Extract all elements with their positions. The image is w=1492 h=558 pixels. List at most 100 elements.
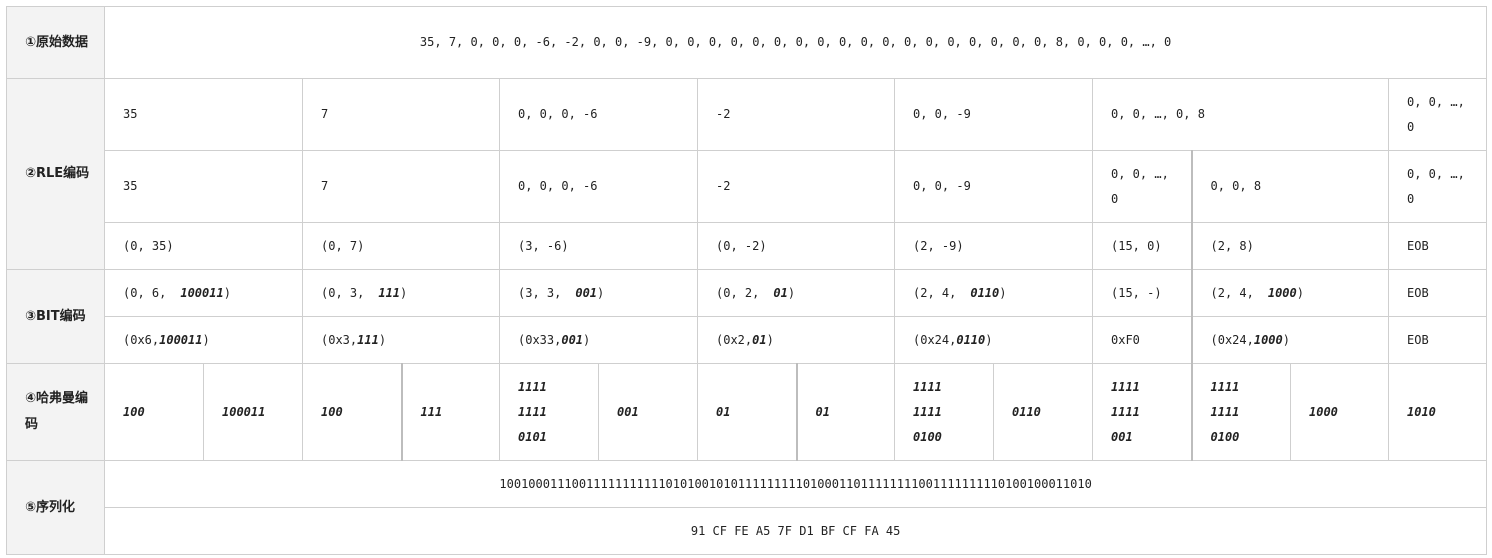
huffman-code: 100 — [321, 404, 343, 419]
bit-suffix: ) — [597, 285, 605, 300]
bit-bits: 111 — [378, 285, 401, 300]
huffman-cell: 001 — [598, 363, 698, 461]
bit-bits: 1000 — [1253, 332, 1283, 347]
bit-prefix: (2, 4, — [1210, 285, 1254, 300]
bit1-cell: EOB — [1387, 269, 1488, 317]
huffman-code: 111 — [420, 404, 443, 419]
bit-prefix: (0x33, — [518, 332, 562, 347]
bit-bits: 001 — [575, 285, 598, 300]
rle2-cell: 0, 0, -9 — [894, 150, 1093, 223]
bit-bits: 111 — [357, 332, 379, 347]
huffman-cell: 100011 — [203, 363, 303, 461]
rle1-cell: 0, 0, …, 0 — [1387, 78, 1488, 151]
bit2-cell: (0x24,0110) — [894, 316, 1093, 364]
bit-suffix: ) — [223, 285, 231, 300]
bit-suffix: ) — [1282, 332, 1290, 347]
bit-prefix: (0x24, — [913, 332, 957, 347]
huffman-code: 1111 — [518, 404, 547, 419]
bit-prefix: (3, 3, — [518, 285, 562, 300]
rle2-cell: 0, 0, …, 0 — [1092, 150, 1192, 223]
bit2-cell: 0xF0 — [1092, 316, 1192, 364]
rle-row-1: ②RLE编码 35 7 0, 0, 0, -6 -2 0, 0, -9 0, 0… — [6, 78, 1488, 270]
bit-prefix: (0, 6, — [123, 285, 167, 300]
huffman-code: 0110 — [1012, 404, 1041, 419]
bit-prefix: (0x24, — [1210, 332, 1254, 347]
rle1-cell: 7 — [302, 78, 500, 151]
bit-label: ③BIT编码 — [6, 269, 105, 364]
huffman-code: 001 — [617, 404, 639, 419]
bit-suffix: ) — [378, 332, 387, 347]
bit2-cell: (0x6,100011) — [104, 316, 303, 364]
bit-bits: 1000 — [1267, 285, 1297, 300]
bit-bits: 0110 — [970, 285, 1000, 300]
bit-prefix: (2, 4, — [913, 285, 957, 300]
rle3-cell: (15, 0) — [1092, 222, 1192, 270]
rle-label: ②RLE编码 — [6, 78, 105, 270]
serialize-row-2: 91 CF FE A5 7F D1 BF CF FA 45 — [7, 507, 1488, 555]
bit1-cell: (15, -) — [1092, 269, 1192, 317]
rle3-cell: EOB — [1387, 222, 1488, 270]
bit-suffix: ) — [1296, 285, 1304, 300]
huffman-cell: 01 — [697, 363, 797, 461]
rle3-cell: (2, -9) — [894, 222, 1093, 270]
bit-prefix: (15, -) — [1111, 285, 1162, 300]
bit-suffix: ) — [766, 332, 774, 347]
huffman-cell: 0110 — [993, 363, 1093, 461]
serialize-hex: 91 CF FE A5 7F D1 BF CF FA 45 — [103, 507, 1488, 555]
bit-bits: 001 — [561, 332, 584, 347]
huffman-code: 1111 — [1111, 404, 1140, 419]
rle1-cell: 35 — [104, 78, 303, 151]
bit-bits: 100011 — [159, 332, 203, 347]
bit2-cell: (0x33,001) — [499, 316, 698, 364]
rle3-cell: (0, -2) — [697, 222, 895, 270]
rle2-cell: 7 — [302, 150, 500, 223]
bit1-cell: (0, 3, 111) — [302, 269, 500, 317]
bit-bits: 0110 — [956, 332, 986, 347]
huffman-cell: 100 — [104, 363, 204, 461]
huffman-code: 1010 — [1407, 404, 1436, 419]
huffman-code: 1000 — [1309, 404, 1338, 419]
huffman-label: ④哈弗曼编码 — [6, 363, 105, 461]
rle3-cell: (0, 7) — [302, 222, 500, 270]
huffman-code: 1111 — [1210, 379, 1240, 394]
rle3-cell: (3, -6) — [499, 222, 698, 270]
bit-prefix: 0xF0 — [1111, 332, 1140, 347]
bit-row-2: (0x6,100011) (0x3,111) (0x33,001) (0x2,0… — [7, 316, 1488, 364]
rle3-cell: (0, 35) — [104, 222, 303, 270]
huffman-code: 1111 — [1111, 379, 1140, 394]
bit-suffix: ) — [583, 332, 591, 347]
rle1-cell: -2 — [697, 78, 895, 151]
rle3-cell: (2, 8) — [1190, 222, 1389, 270]
rle1-cell: 0, 0, -9 — [894, 78, 1093, 151]
huffman-cell: 100 — [302, 363, 402, 461]
raw-data-value: 35, 7, 0, 0, 0, -6, -2, 0, 0, -9, 0, 0, … — [103, 6, 1488, 79]
huffman-code: 1111 — [1210, 404, 1240, 419]
bit-row-1: ③BIT编码 (0, 6, 100011) (0, 3, 111) (3, 3, 00… — [6, 269, 1488, 364]
bit-suffix: ) — [999, 285, 1007, 300]
huffman-cell: 1111 1111 0100 — [1190, 363, 1291, 461]
bit-suffix: ) — [202, 332, 210, 347]
huffman-cell: 01 — [795, 363, 895, 461]
raw-data-label: ①原始数据 — [6, 6, 105, 79]
bit-suffix: ) — [985, 332, 993, 347]
huffman-cell: 111 — [400, 363, 500, 461]
bit1-cell: (2, 4, 1000) — [1190, 269, 1389, 317]
rle1-cell: 0, 0, 0, -6 — [499, 78, 698, 151]
huffman-cell: 1111 1111 0101 — [499, 363, 599, 461]
bit1-cell: (2, 4, 0110) — [894, 269, 1093, 317]
huffman-code: 1111 — [518, 379, 547, 394]
bit1-cell: (3, 3, 001) — [499, 269, 698, 317]
rle-row-2: 35 7 0, 0, 0, -6 -2 0, 0, -9 0, 0, …, 0 … — [7, 150, 1488, 223]
rle2-cell: 35 — [104, 150, 303, 223]
rle2-cell: 0, 0, 0, -6 — [499, 150, 698, 223]
bit-bits: 100011 — [180, 285, 224, 300]
huffman-code: 100011 — [222, 404, 266, 419]
bit2-cell: EOB — [1387, 316, 1488, 364]
rle2-cell: 0, 0, …, 0 — [1387, 150, 1488, 223]
bit-prefix: (0x3, — [321, 332, 358, 347]
huffman-code: 0100 — [913, 429, 942, 444]
huffman-row: ④哈弗曼编码 100 100011 100 111 1111 1111 0101 0… — [6, 363, 1488, 461]
huffman-cell: 1111 1111 001 — [1092, 363, 1192, 461]
serialize-label: ⑤序列化 — [6, 460, 105, 555]
bit-suffix: ) — [787, 285, 796, 300]
